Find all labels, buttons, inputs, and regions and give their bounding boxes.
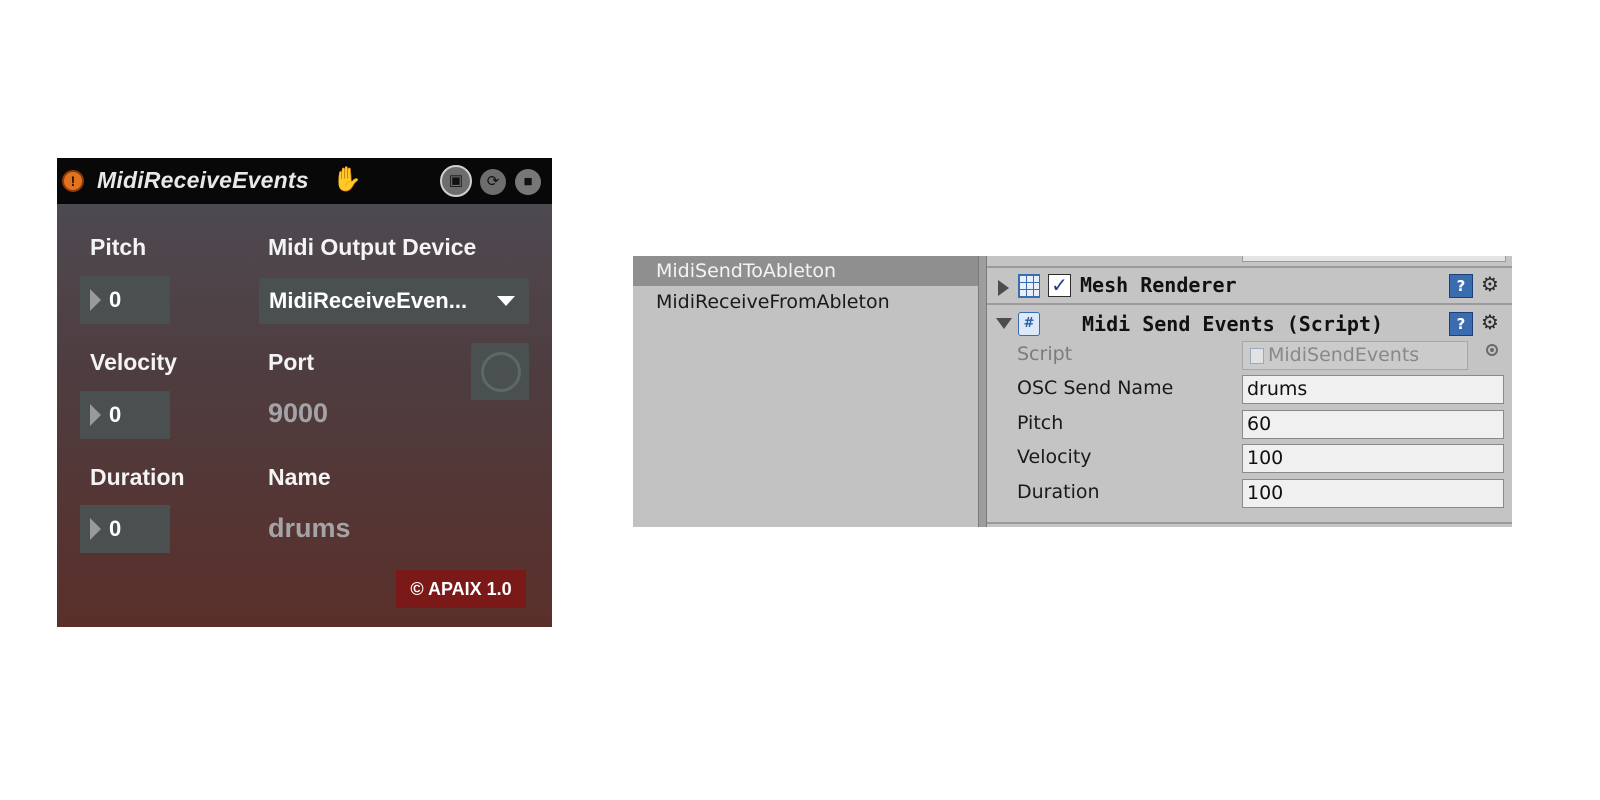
save-icon[interactable]: ■ bbox=[515, 169, 541, 195]
chevron-down-icon bbox=[497, 296, 515, 306]
velocity-number-box[interactable]: 0 bbox=[80, 391, 170, 439]
help-icon[interactable]: ? bbox=[1449, 274, 1473, 298]
object-picker-icon[interactable] bbox=[1486, 344, 1498, 356]
pitch-label: Pitch bbox=[90, 234, 147, 260]
pitch-label: Pitch bbox=[1017, 412, 1064, 434]
midi-output-device-value: MidiReceiveEven... bbox=[269, 288, 468, 313]
edit-device-icon[interactable]: ▣ bbox=[440, 165, 472, 197]
divider bbox=[987, 303, 1512, 305]
gear-icon[interactable]: ⚙ bbox=[1481, 272, 1499, 296]
number-arrow-icon bbox=[90, 518, 101, 540]
hierarchy-item[interactable]: MidiReceiveFromAbleton bbox=[633, 287, 978, 317]
device-title: MidiReceiveEvents bbox=[97, 167, 309, 193]
unity-editor-panel: MidiSendToAbleton MidiReceiveFromAbleton… bbox=[633, 256, 1512, 527]
hierarchy-panel: MidiSendToAbleton MidiReceiveFromAbleton bbox=[633, 256, 978, 527]
divider bbox=[987, 266, 1512, 268]
number-arrow-icon bbox=[90, 404, 101, 426]
midi-output-device-label: Midi Output Device bbox=[268, 234, 477, 260]
midi-send-events-title[interactable]: Midi Send Events (Script) bbox=[1082, 312, 1383, 336]
duration-number-box[interactable]: 0 bbox=[80, 505, 170, 553]
inspector-panel: ✓ Mesh Renderer ? ⚙ # Midi Send Events (… bbox=[987, 256, 1512, 527]
mesh-renderer-enabled-checkbox[interactable]: ✓ bbox=[1048, 274, 1071, 297]
pitch-field[interactable]: 60 bbox=[1242, 410, 1504, 439]
connection-toggle[interactable] bbox=[471, 343, 529, 400]
hand-icon[interactable]: ✋ bbox=[332, 166, 362, 194]
copyright-badge: © APAIX 1.0 bbox=[396, 570, 526, 608]
script-value: MidiSendEvents bbox=[1268, 344, 1420, 366]
osc-send-name-field[interactable]: drums bbox=[1242, 375, 1504, 404]
pitch-number-box[interactable]: 0 bbox=[80, 276, 170, 324]
expand-arrow-icon[interactable] bbox=[998, 280, 1009, 296]
port-value[interactable]: 9000 bbox=[268, 398, 328, 429]
velocity-label: Velocity bbox=[90, 349, 177, 375]
osc-send-name-label: OSC Send Name bbox=[1017, 377, 1174, 399]
gear-icon[interactable]: ⚙ bbox=[1481, 310, 1499, 334]
script-label: Script bbox=[1017, 343, 1073, 365]
csharp-script-icon: # bbox=[1018, 312, 1040, 336]
midi-output-device-dropdown[interactable]: MidiReceiveEven... bbox=[259, 278, 529, 324]
duration-value: 0 bbox=[109, 516, 122, 541]
divider bbox=[987, 522, 1512, 524]
circle-icon bbox=[481, 352, 521, 392]
script-field: MidiSendEvents bbox=[1242, 341, 1468, 370]
velocity-label: Velocity bbox=[1017, 446, 1092, 468]
clipped-field bbox=[1242, 256, 1506, 262]
mesh-renderer-title[interactable]: Mesh Renderer bbox=[1080, 273, 1237, 297]
velocity-value: 0 bbox=[109, 402, 122, 427]
duration-field[interactable]: 100 bbox=[1242, 479, 1504, 508]
number-arrow-icon bbox=[90, 289, 101, 311]
warning-icon[interactable]: ! bbox=[62, 170, 84, 192]
collapse-arrow-icon[interactable] bbox=[996, 318, 1012, 329]
duration-label: Duration bbox=[1017, 481, 1100, 503]
max-device-panel: ! MidiReceiveEvents ✋ ▣ ⟳ ■ Pitch 0 Velo… bbox=[57, 158, 552, 627]
duration-label: Duration bbox=[90, 464, 185, 490]
script-file-icon bbox=[1250, 348, 1264, 364]
name-label: Name bbox=[268, 464, 331, 490]
pitch-value: 0 bbox=[109, 287, 122, 312]
velocity-field[interactable]: 100 bbox=[1242, 444, 1504, 473]
name-value[interactable]: drums bbox=[268, 513, 351, 544]
port-label: Port bbox=[268, 349, 314, 375]
refresh-icon[interactable]: ⟳ bbox=[480, 169, 506, 195]
panel-splitter[interactable] bbox=[978, 256, 987, 527]
help-icon[interactable]: ? bbox=[1449, 312, 1473, 336]
hierarchy-item[interactable]: MidiSendToAbleton bbox=[633, 256, 978, 286]
mesh-renderer-icon bbox=[1018, 274, 1040, 298]
device-title-bar: ! MidiReceiveEvents ✋ ▣ ⟳ ■ bbox=[57, 158, 552, 204]
